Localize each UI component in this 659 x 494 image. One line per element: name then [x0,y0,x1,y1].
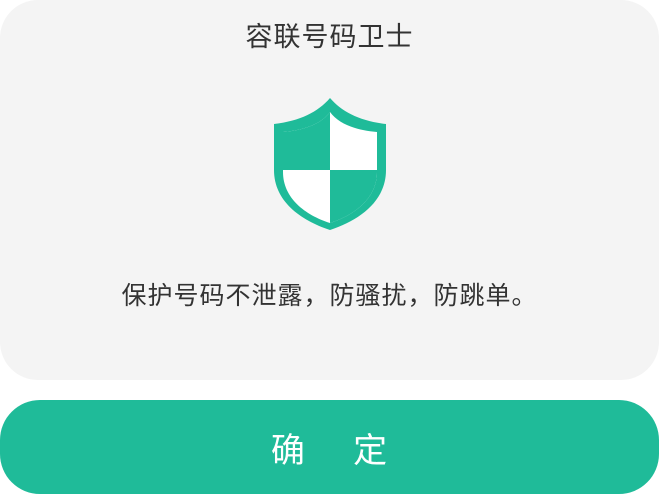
dialog-card: 容联号码卫士 保护号码不泄露，防骚扰，防跳单。 [0,0,659,380]
confirm-button[interactable]: 确 定 [0,400,659,494]
dialog-title: 容联号码卫士 [245,22,414,53]
shield-icon [274,98,386,230]
confirm-button-label: 确 定 [270,430,389,471]
dialog-message: 保护号码不泄露，防骚扰，防跳单。 [121,281,538,310]
